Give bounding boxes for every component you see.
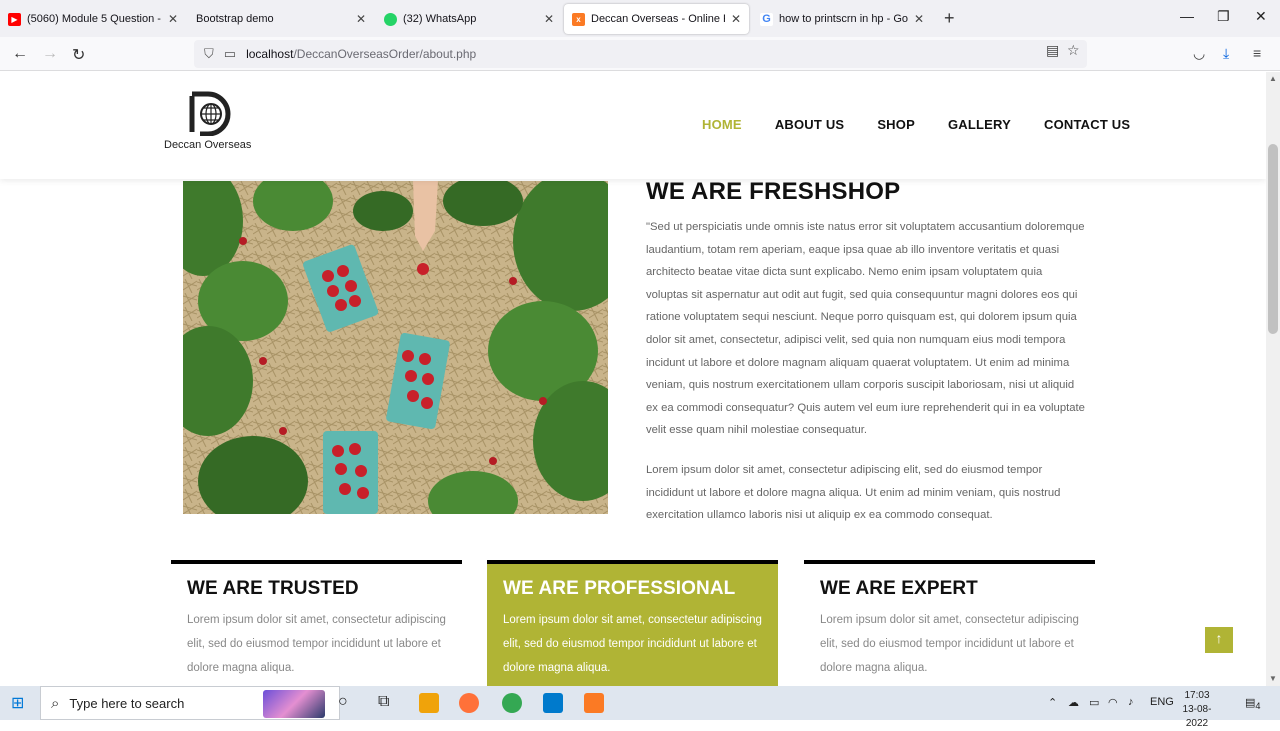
clock-time: 17:03 [1184, 690, 1210, 701]
close-icon[interactable]: ✕ [544, 12, 554, 26]
tab-whatsapp[interactable]: (32) WhatsApp ✕ [376, 4, 562, 34]
taskbar-search-box[interactable]: ⌕ Type here to search [40, 686, 340, 720]
feature-cards: WE ARE TRUSTED Lorem ipsum dolor sit ame… [171, 560, 1095, 686]
scroll-down-icon[interactable]: ▼ [1269, 674, 1277, 683]
forward-icon[interactable]: → [42, 45, 58, 63]
notification-count: 4 [1255, 701, 1261, 712]
whatsapp-icon [384, 12, 397, 26]
back-icon[interactable]: ← [12, 45, 28, 63]
reader-view-icon[interactable]: ▤ [1046, 42, 1059, 59]
strawberry-field-image [183, 181, 608, 514]
arrow-up-icon: ↑ [1215, 630, 1223, 646]
tab-deccan[interactable]: x Deccan Overseas - Online Fruits ✕ [564, 4, 749, 34]
tab-youtube[interactable]: ▶ (5060) Module 5 Question - Pali ✕ [0, 4, 186, 34]
menu-icon[interactable]: ≡ [1253, 45, 1261, 61]
site-header: Deccan Overseas HOME ABOUT US SHOP GALLE… [0, 72, 1266, 179]
sublime-text-icon[interactable] [419, 693, 439, 713]
minimize-icon[interactable]: — [1180, 8, 1194, 24]
xampp-icon: x [572, 12, 585, 26]
task-view-icon[interactable]: ⧉ [378, 693, 389, 711]
close-icon[interactable]: ✕ [731, 12, 741, 26]
bookmark-star-icon[interactable]: ☆ [1067, 42, 1080, 59]
close-icon[interactable]: ✕ [356, 12, 366, 26]
card-expert: WE ARE EXPERT Lorem ipsum dolor sit amet… [804, 560, 1095, 686]
about-heading: WE ARE FRESHSHOP [646, 178, 901, 205]
tab-label: (5060) Module 5 Question - Pali [27, 13, 162, 25]
volume-icon[interactable]: ♪ [1128, 696, 1134, 708]
back-to-top-button[interactable]: ↑ [1205, 627, 1233, 653]
restore-icon[interactable]: ❐ [1217, 8, 1230, 25]
windows-taskbar: ⊞ ⌕ Type here to search ○ ⧉ ⌃ ☁ ▭ ◠ ♪ EN… [0, 686, 1280, 729]
clock-date: 13-08-2022 [1182, 704, 1212, 729]
chrome-icon[interactable] [502, 693, 522, 713]
tab-label: (32) WhatsApp [403, 13, 477, 25]
card-text: Lorem ipsum dolor sit amet, consectetur … [503, 614, 762, 674]
menu-contact-us[interactable]: CONTACT US [1044, 117, 1130, 132]
about-paragraph-2: Lorem ipsum dolor sit amet, consectetur … [646, 463, 1061, 522]
page-scrollbar[interactable]: ▲ ▼ [1266, 72, 1280, 686]
about-section: WE ARE FRESHSHOP "Sed ut perspiciatis un… [646, 178, 1086, 527]
cortana-icon[interactable]: ○ [338, 693, 348, 711]
scroll-up-icon[interactable]: ▲ [1269, 74, 1277, 83]
pocket-icon[interactable]: ◡ [1193, 45, 1205, 62]
menu-home[interactable]: HOME [702, 117, 742, 132]
vscode-icon[interactable] [543, 693, 563, 713]
download-icon[interactable]: ⤓ [1223, 45, 1229, 62]
card-professional: WE ARE PROFESSIONAL Lorem ipsum dolor si… [487, 560, 778, 686]
logo-icon [189, 91, 231, 136]
scrollbar-thumb[interactable] [1268, 144, 1278, 334]
close-icon[interactable]: ✕ [914, 12, 924, 26]
close-icon[interactable]: ✕ [168, 12, 178, 26]
firefox-icon[interactable] [459, 693, 479, 713]
menu-about-us[interactable]: ABOUT US [775, 117, 845, 132]
card-text: Lorem ipsum dolor sit amet, consectetur … [820, 614, 1079, 674]
url-host: localhost [246, 47, 294, 61]
youtube-icon: ▶ [8, 12, 21, 26]
reload-icon[interactable]: ↻ [72, 45, 85, 65]
url-path: /DeccanOverseasOrder/about.php [293, 47, 477, 61]
site-logo[interactable]: Deccan Overseas [164, 88, 251, 151]
language-indicator[interactable]: ENG [1150, 696, 1174, 708]
card-title: WE ARE EXPERT [820, 578, 978, 599]
url-text: localhost/DeccanOverseasOrder/about.php [246, 47, 476, 61]
card-title: WE ARE TRUSTED [187, 578, 359, 599]
battery-icon[interactable]: ▭ [1089, 696, 1099, 709]
webpage: Deccan Overseas HOME ABOUT US SHOP GALLE… [0, 72, 1266, 686]
show-hidden-icons-icon[interactable]: ⌃ [1048, 696, 1057, 709]
tab-label: Bootstrap demo [196, 13, 274, 25]
search-placeholder: Type here to search [69, 695, 185, 711]
search-icon: ⌕ [51, 694, 60, 712]
tab-label: how to printscrn in hp - Google [779, 13, 908, 25]
tab-bootstrap[interactable]: Bootstrap demo ✕ [188, 4, 374, 34]
shield-icon[interactable]: ⛉ [204, 46, 214, 62]
page-icon[interactable]: ▭ [224, 46, 236, 62]
new-tab-icon[interactable]: + [944, 8, 955, 29]
card-title: WE ARE PROFESSIONAL [503, 578, 736, 599]
wifi-icon[interactable]: ◠ [1108, 696, 1118, 709]
tab-google[interactable]: G how to printscrn in hp - Google ✕ [752, 4, 932, 34]
network-sync-icon[interactable]: ☁ [1068, 696, 1079, 709]
tab-label: Deccan Overseas - Online Fruits [591, 13, 725, 25]
google-icon: G [760, 12, 773, 26]
windows-start-icon[interactable]: ⊞ [11, 693, 24, 713]
search-highlight-icon [263, 690, 325, 718]
menu-gallery[interactable]: GALLERY [948, 117, 1011, 132]
card-text: Lorem ipsum dolor sit amet, consectetur … [187, 614, 446, 674]
menu-shop[interactable]: SHOP [877, 117, 915, 132]
brand-name: Deccan Overseas [164, 139, 252, 151]
main-menu: HOME ABOUT US SHOP GALLERY CONTACT US [702, 117, 1163, 132]
system-clock[interactable]: 17:03 13-08-2022 [1174, 689, 1220, 731]
xampp-taskbar-icon[interactable] [584, 693, 604, 713]
browser-tab-bar: ▶ (5060) Module 5 Question - Pali ✕ Boot… [0, 0, 1280, 37]
notification-icon[interactable]: ▤4 [1245, 696, 1261, 711]
address-bar[interactable]: ⛉ ▭ localhost/DeccanOverseasOrder/about.… [194, 40, 1087, 68]
card-trusted: WE ARE TRUSTED Lorem ipsum dolor sit ame… [171, 560, 462, 686]
browser-nav-bar: ← → ↻ ⛉ ▭ localhost/DeccanOverseasOrder/… [0, 37, 1280, 71]
window-close-icon[interactable]: ✕ [1255, 8, 1267, 25]
about-paragraph-1: "Sed ut perspiciatis unde omnis iste nat… [646, 221, 1085, 437]
